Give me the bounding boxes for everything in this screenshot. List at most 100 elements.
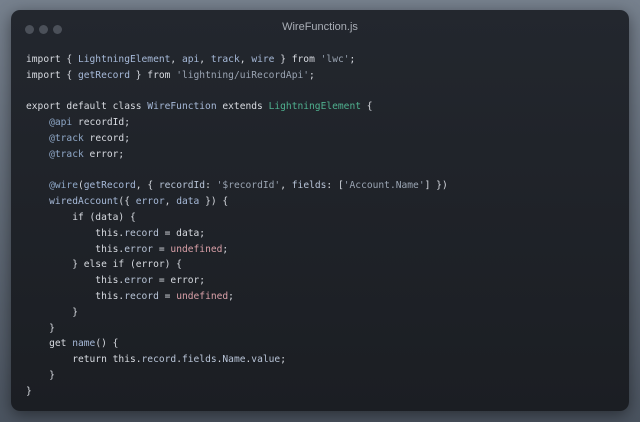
code-token: track bbox=[210, 54, 240, 65]
code-token: this. bbox=[26, 243, 125, 255]
code-token: @wire bbox=[49, 180, 78, 192]
code-token: data bbox=[176, 196, 200, 208]
code-token: : bbox=[205, 180, 217, 192]
code-token: } from bbox=[129, 69, 177, 81]
code-token: WireFunction bbox=[147, 101, 217, 113]
code-token: export default class bbox=[26, 101, 148, 113]
code-token: @track bbox=[49, 148, 84, 160]
code-token: = bbox=[158, 290, 177, 302]
code-token: } bbox=[26, 306, 78, 318]
code-line: get name() { bbox=[26, 336, 619, 352]
code-token: ] }) bbox=[424, 180, 448, 192]
code-token: return this. bbox=[26, 354, 142, 366]
code-token: () { bbox=[95, 338, 119, 350]
code-token: LightningElement bbox=[77, 54, 171, 65]
window-title: WireFunction.js bbox=[282, 21, 358, 33]
code-token: error; bbox=[83, 148, 125, 160]
code-editor[interactable]: import { LightningElement, api, track, w… bbox=[26, 52, 619, 400]
code-token: , bbox=[164, 196, 177, 208]
code-token: Name bbox=[222, 354, 246, 366]
code-token: wiredAccount bbox=[49, 196, 119, 208]
code-token: , bbox=[239, 54, 252, 65]
code-line: this.error = error; bbox=[26, 273, 619, 289]
code-token: getRecord bbox=[83, 180, 136, 192]
code-token: } bbox=[26, 322, 55, 334]
code-token: , bbox=[199, 54, 211, 65]
code-token: error bbox=[124, 243, 154, 255]
code-token: , { bbox=[135, 180, 159, 192]
code-token: record bbox=[141, 354, 177, 366]
code-token: ; bbox=[349, 54, 356, 65]
code-token: record; bbox=[83, 132, 130, 144]
code-token: fields bbox=[291, 180, 327, 192]
code-token: value bbox=[251, 354, 281, 366]
code-token: undefined bbox=[170, 243, 223, 255]
code-line: this.record = data; bbox=[26, 226, 619, 242]
code-token: LightningElement bbox=[268, 101, 362, 113]
code-token: this. bbox=[26, 290, 125, 302]
code-token: } else if (error) { bbox=[26, 259, 182, 271]
code-line: @wire(getRecord, { recordId: '$recordId'… bbox=[26, 178, 619, 194]
code-token: ({ bbox=[118, 196, 136, 208]
code-token: undefined bbox=[176, 290, 229, 302]
code-token: } bbox=[26, 369, 55, 381]
code-line: } bbox=[26, 321, 619, 337]
code-token: 'Account.Name' bbox=[343, 180, 425, 192]
code-token: = error; bbox=[153, 275, 206, 287]
code-token: @track bbox=[49, 132, 84, 144]
code-line: @track record; bbox=[26, 131, 619, 147]
code-token: fields bbox=[181, 354, 217, 366]
code-token: error bbox=[124, 275, 154, 287]
code-line: export default class WireFunction extend… bbox=[26, 99, 619, 115]
code-token: record bbox=[124, 290, 159, 302]
code-token: , bbox=[170, 54, 182, 65]
code-token: : [ bbox=[326, 180, 344, 192]
code-line: } bbox=[26, 368, 619, 384]
code-line: this.error = undefined; bbox=[26, 242, 619, 258]
code-token: error bbox=[135, 196, 165, 208]
code-line: import { LightningElement, api, track, w… bbox=[26, 52, 619, 68]
code-token: @api bbox=[49, 117, 73, 129]
code-token: 'lightning/uiRecordApi' bbox=[176, 69, 310, 81]
code-line: wiredAccount({ error, data }) { bbox=[26, 194, 619, 210]
code-token: this. bbox=[26, 275, 125, 287]
title-bar: WireFunction.js bbox=[11, 10, 629, 44]
code-line: if (data) { bbox=[26, 210, 619, 226]
code-token: '$recordId' bbox=[216, 180, 281, 192]
code-token: get bbox=[26, 338, 73, 350]
code-line: } bbox=[26, 305, 619, 321]
code-window: WireFunction.js import { LightningElemen… bbox=[11, 10, 629, 411]
code-token: } bbox=[26, 385, 32, 397]
code-token: if (data) { bbox=[26, 211, 136, 223]
code-token: } from bbox=[274, 54, 321, 65]
code-token: , bbox=[280, 180, 292, 192]
code-token: ; bbox=[309, 69, 315, 81]
code-token: this. bbox=[26, 227, 125, 239]
code-token: name bbox=[72, 338, 96, 350]
code-line: @api recordId; bbox=[26, 115, 619, 131]
code-line: import { getRecord } from 'lightning/uiR… bbox=[26, 68, 619, 84]
code-token: = data; bbox=[158, 227, 206, 239]
code-line: return this.record.fields.Name.value; bbox=[26, 352, 619, 368]
code-token: wire bbox=[251, 54, 275, 65]
code-token: }) { bbox=[199, 196, 229, 208]
code-line: } else if (error) { bbox=[26, 257, 619, 273]
code-token: recordId bbox=[158, 180, 206, 192]
code-token: recordId; bbox=[72, 117, 130, 129]
code-token: ; bbox=[228, 290, 234, 302]
code-token: import { bbox=[26, 54, 78, 65]
code-token: = bbox=[153, 243, 171, 255]
code-token: ; bbox=[280, 354, 286, 366]
code-token: ; bbox=[222, 243, 229, 255]
code-token: { bbox=[361, 101, 373, 113]
code-token: import { bbox=[26, 69, 78, 81]
code-token: 'lwc' bbox=[320, 54, 350, 65]
code-token: getRecord bbox=[77, 69, 130, 81]
